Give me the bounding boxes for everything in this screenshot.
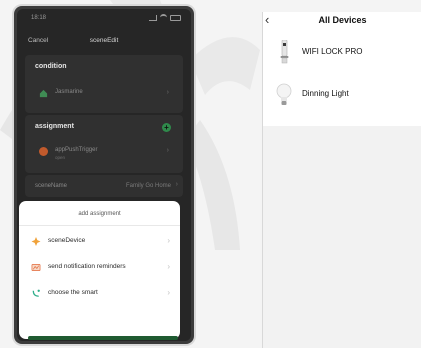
nav-bar: Cancel sceneEdit — [17, 33, 191, 51]
sheet-item-notification[interactable]: send notification reminders › — [19, 255, 180, 279]
assignment-row-sub: open — [55, 155, 66, 160]
bottom-strip — [28, 336, 178, 340]
page-title: All Devices — [318, 15, 367, 25]
notification-icon — [31, 263, 41, 272]
house-icon — [39, 89, 48, 98]
device-name: WIFI LOCK PRO — [302, 47, 363, 56]
sheet-item-label: send notification reminders — [48, 263, 126, 270]
empty-area — [263, 126, 421, 348]
condition-title: condition — [35, 63, 67, 70]
scene-name-label: sceneName — [35, 183, 68, 189]
push-trigger-icon — [39, 147, 48, 156]
device-name: Dinning Light — [302, 89, 349, 98]
device-list: WIFI LOCK PRO Dinning Light — [263, 30, 421, 126]
wifi-icon — [160, 14, 167, 21]
bulb-icon — [276, 83, 292, 105]
lock-icon — [280, 40, 289, 64]
battery-icon — [170, 14, 181, 21]
add-assignment-sheet: add assignment sceneDevice › send notifi… — [19, 201, 180, 339]
chevron-right-icon: › — [167, 288, 170, 297]
assignment-row-name: appPushTrigger — [55, 147, 98, 153]
smart-icon — [32, 289, 40, 297]
device-row-lock[interactable]: WIFI LOCK PRO — [263, 32, 421, 72]
condition-card: condition Jasmarine › — [25, 55, 183, 113]
status-bar: 18:18 — [17, 9, 191, 25]
device-icon — [31, 237, 41, 246]
chevron-right-icon: › — [166, 147, 169, 154]
page-title: sceneEdit — [89, 37, 119, 44]
add-assignment-button[interactable]: + — [162, 123, 171, 132]
chevron-right-icon: › — [175, 181, 178, 188]
signal-icon — [149, 14, 157, 21]
all-devices-screen: ‹ All Devices WIFI LOCK PRO Dinning Ligh… — [262, 12, 421, 348]
status-icons — [149, 14, 181, 21]
status-time: 18:18 — [31, 15, 47, 21]
assignment-row[interactable]: appPushTrigger open › — [35, 141, 173, 163]
chevron-right-icon: › — [166, 89, 169, 96]
condition-row[interactable]: Jasmarine › — [35, 83, 173, 105]
chevron-right-icon: › — [167, 262, 170, 271]
device-row-light[interactable]: Dinning Light — [263, 74, 421, 114]
nav-bar: ‹ All Devices — [263, 12, 421, 30]
condition-row-name: Jasmarine — [55, 89, 83, 95]
sheet-divider — [19, 225, 180, 226]
scene-name-value: Family Go Home — [125, 183, 171, 189]
sheet-item-label: choose the smart — [48, 289, 98, 296]
sheet-title: add assignment — [78, 211, 121, 217]
sheet-item-label: sceneDevice — [48, 237, 86, 244]
assignment-title: assignment — [35, 123, 74, 130]
assignment-card: assignment + appPushTrigger open › — [25, 115, 183, 173]
chevron-right-icon: › — [167, 236, 170, 245]
sheet-item-scene-device[interactable]: sceneDevice › — [19, 229, 180, 253]
sheet-item-choose-smart[interactable]: choose the smart › — [19, 281, 180, 305]
scene-name-card[interactable]: sceneName Family Go Home › — [25, 175, 183, 197]
